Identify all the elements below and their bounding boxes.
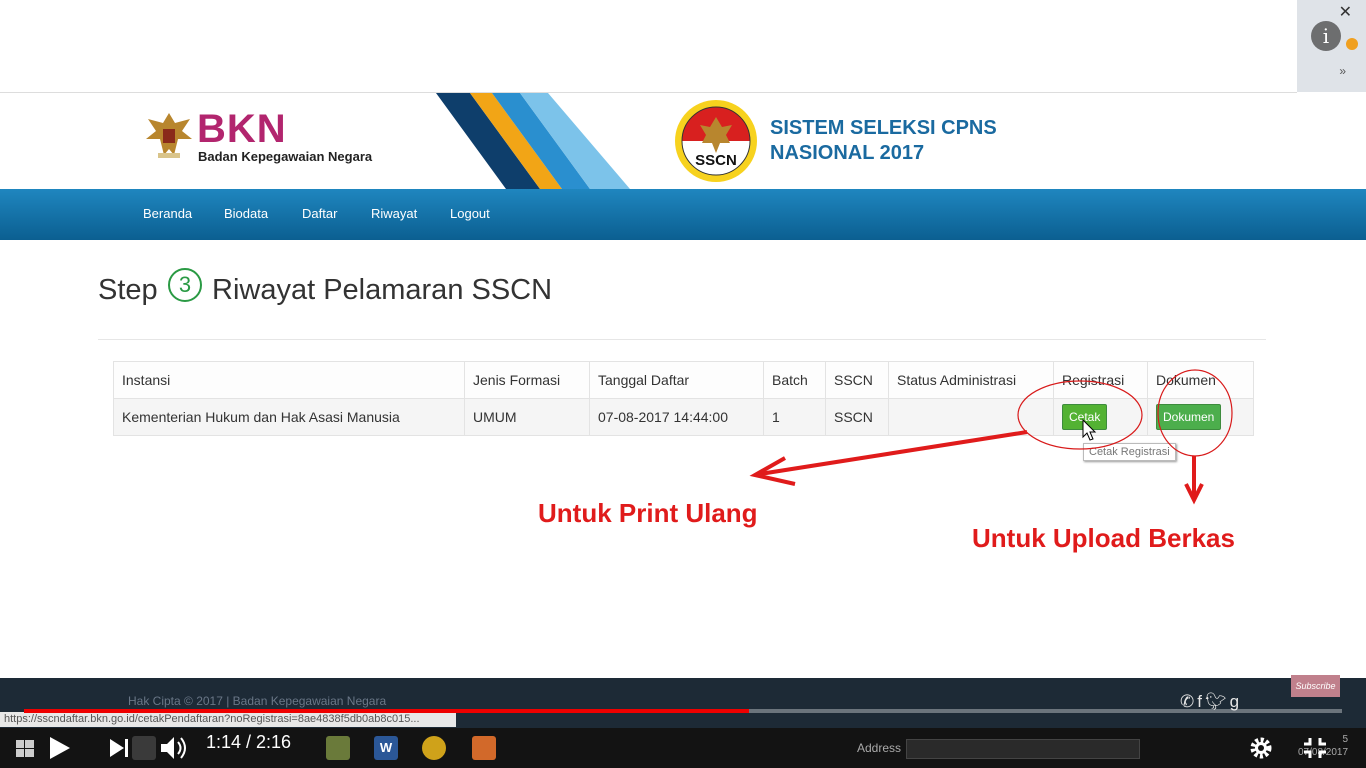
- tooltip-cetak-registrasi: Cetak Registrasi: [1083, 443, 1176, 461]
- cetak-button[interactable]: Cetak: [1062, 404, 1108, 430]
- windows-start-icon[interactable]: [12, 728, 40, 768]
- annotation-arrow-print: [759, 430, 1028, 476]
- page-title: Riwayat Pelamaran SSCN: [212, 274, 553, 306]
- subscribe-watermark[interactable]: Subscribe: [1291, 675, 1340, 697]
- annotation-arrowhead-upload: [1184, 483, 1204, 505]
- video-progress-bar[interactable]: [24, 709, 1342, 713]
- site-title-line2: NASIONAL 2017: [770, 142, 925, 164]
- column-header: Dokumen: [1147, 361, 1254, 399]
- table-row: Kementerian Hukum dan Hak Asasi Manusia …: [113, 398, 1254, 436]
- volume-icon[interactable]: [158, 728, 190, 768]
- cell-sscn: SSCN: [825, 398, 889, 436]
- cell-dokumen: Dokumen: [1147, 398, 1254, 436]
- notification-badge: [1346, 38, 1358, 50]
- address-input[interactable]: [906, 739, 1140, 759]
- chevron-right-icon[interactable]: »: [1339, 64, 1346, 78]
- info-icon[interactable]: i: [1311, 21, 1341, 51]
- settings-gear-icon[interactable]: [1246, 728, 1276, 768]
- bkn-logo-subtitle: Badan Kepegawaian Negara: [198, 149, 373, 164]
- site-title-line1: SISTEM SELEKSI CPNS: [770, 117, 997, 139]
- next-video-icon[interactable]: [106, 728, 132, 768]
- video-time-display: 1:14 / 2:16: [206, 732, 292, 752]
- cell-jenis-formasi: UMUM: [464, 398, 590, 436]
- garuda-emblem-icon: [146, 113, 192, 158]
- status-bar-url: https://sscndaftar.bkn.go.id/cetakPendaf…: [0, 712, 456, 727]
- taskbar: [0, 728, 1366, 768]
- exit-fullscreen-icon[interactable]: [1300, 728, 1330, 768]
- column-header: Batch: [763, 361, 826, 399]
- taskbar-app-icon[interactable]: [326, 736, 350, 760]
- column-header: Status Administrasi: [888, 361, 1054, 399]
- column-header: SSCN: [825, 361, 889, 399]
- video-progress-fill: [24, 709, 749, 713]
- nav-daftar[interactable]: Daftar: [302, 206, 337, 221]
- cell-instansi: Kementerian Hukum dan Hak Asasi Manusia: [113, 398, 465, 436]
- cell-tanggal-daftar: 07-08-2017 14:44:00: [589, 398, 764, 436]
- annotation-upload-label: Untuk Upload Berkas: [972, 523, 1235, 553]
- cell-status-administrasi: [888, 398, 1054, 436]
- column-header: Registrasi: [1053, 361, 1148, 399]
- application-history-table: Instansi Jenis Formasi Tanggal Daftar Ba…: [113, 361, 1254, 436]
- bkn-logo-text[interactable]: BKN: [197, 107, 287, 152]
- close-icon[interactable]: ✕: [1339, 2, 1352, 22]
- cell-batch: 1: [763, 398, 826, 436]
- column-header: Instansi: [113, 361, 465, 399]
- nav-beranda[interactable]: Beranda: [143, 206, 192, 221]
- sscn-logo-icon: SSCN: [675, 100, 757, 182]
- site-header: BKN Badan Kepegawaian Negara SSCN SISTEM…: [0, 93, 1366, 189]
- main-navbar: Beranda Biodata Daftar Riwayat Logout: [0, 189, 1366, 240]
- divider: [98, 339, 1266, 340]
- annotation-arrowhead-print: [749, 456, 796, 486]
- table-header-row: Instansi Jenis Formasi Tanggal Daftar Ba…: [113, 361, 1254, 399]
- taskbar-app-icon[interactable]: [472, 736, 496, 760]
- dokumen-button[interactable]: Dokumen: [1156, 404, 1222, 430]
- taskbar-app-icon[interactable]: [132, 736, 156, 760]
- cell-registrasi: Cetak: [1053, 398, 1148, 436]
- nav-riwayat[interactable]: Riwayat: [371, 206, 417, 221]
- column-header: Jenis Formasi: [464, 361, 590, 399]
- step-number-badge: 3: [168, 268, 202, 302]
- step-label: Step: [98, 274, 158, 306]
- word-icon[interactable]: W: [374, 736, 398, 760]
- footer-copyright: Hak Cipta © 2017 | Badan Kepegawaian Neg…: [128, 694, 387, 708]
- sscn-logo-text: SSCN: [695, 152, 737, 169]
- play-icon[interactable]: [44, 728, 74, 768]
- column-header: Tanggal Daftar: [589, 361, 764, 399]
- header-decoration-stripes: [436, 93, 630, 189]
- nav-logout[interactable]: Logout: [450, 206, 490, 221]
- browser-top-area: [0, 0, 1297, 93]
- chrome-icon[interactable]: [422, 736, 446, 760]
- address-label: Address: [857, 741, 902, 755]
- annotation-print-label: Untuk Print Ulang: [538, 498, 758, 528]
- nav-biodata[interactable]: Biodata: [224, 206, 268, 221]
